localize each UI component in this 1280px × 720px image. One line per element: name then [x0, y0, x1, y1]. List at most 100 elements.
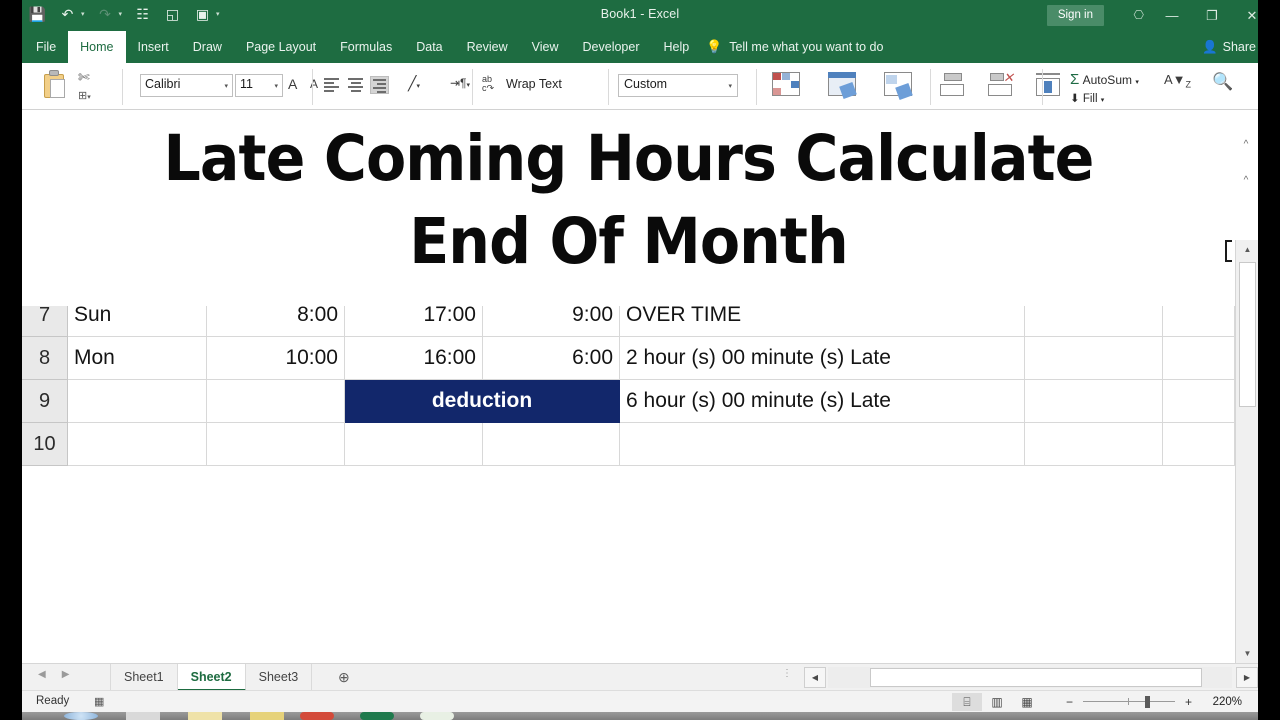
tab-file[interactable]: File — [24, 31, 68, 63]
grid-cell[interactable] — [1025, 337, 1163, 380]
page-layout-view-button[interactable]: ▥ — [982, 693, 1012, 711]
grid-cell-a9[interactable] — [68, 380, 207, 423]
taskbar-icon[interactable] — [64, 712, 98, 720]
taskbar-icon[interactable] — [420, 712, 454, 720]
grid-cell[interactable] — [483, 423, 620, 466]
previous-sheet-icon[interactable]: ◀ — [38, 669, 46, 680]
scroll-right-arrow-icon[interactable]: ▶ — [1236, 667, 1258, 688]
wrap-text-button[interactable]: Wrap Text — [506, 77, 562, 91]
orientation-icon[interactable]: ╱▾ — [408, 75, 420, 92]
vertical-scroll-thumb[interactable] — [1239, 262, 1256, 407]
tab-draw[interactable]: Draw — [181, 31, 234, 63]
resize-handle-icon[interactable]: ⋮ — [782, 669, 792, 679]
grid-cell-deduction[interactable]: deduction — [345, 380, 620, 423]
tab-developer[interactable]: Developer — [571, 31, 652, 63]
horizontal-scroll-thumb[interactable] — [870, 668, 1202, 687]
paste-icon[interactable] — [42, 70, 68, 100]
taskbar-icon[interactable] — [360, 712, 394, 720]
sheet-tab-sheet1[interactable]: Sheet1 — [110, 664, 178, 691]
find-and-select-icon[interactable]: 🔍 — [1212, 72, 1233, 92]
sheet-tab-sheet3[interactable]: Sheet3 — [246, 664, 313, 691]
row-header[interactable]: 9 — [22, 380, 68, 423]
chevron-down-icon[interactable]: ▾ — [224, 82, 228, 90]
page-break-view-button[interactable]: ▦ — [1012, 693, 1042, 711]
split-handle[interactable] — [1225, 240, 1232, 262]
tab-home[interactable]: Home — [68, 31, 126, 63]
row-header[interactable]: 10 — [22, 423, 68, 466]
insert-cells-icon[interactable] — [940, 73, 966, 96]
taskbar-icon[interactable] — [300, 712, 334, 720]
taskbar-icon[interactable] — [188, 712, 222, 720]
delete-cells-icon[interactable]: ✕ — [988, 71, 1014, 96]
grid-cell-d8[interactable]: 6:00 — [483, 337, 620, 380]
sheet-nav-arrows[interactable]: ◀ ▶ — [38, 669, 69, 680]
tab-review[interactable]: Review — [455, 31, 520, 63]
align-right-icon[interactable] — [370, 76, 389, 94]
grid-cell-e8[interactable]: 2 hour (s) 00 minute (s) Late — [620, 337, 1025, 380]
sheet-tab-sheet2[interactable]: Sheet2 — [177, 664, 246, 691]
fill-button[interactable]: ⬇ Fill ▾ — [1070, 91, 1104, 105]
grid-cell[interactable] — [345, 423, 483, 466]
increase-font-size-icon[interactable]: A — [288, 76, 297, 92]
normal-view-button[interactable]: ⌸ — [952, 693, 982, 711]
scroll-down-arrow-icon[interactable]: ▼ — [1236, 644, 1258, 663]
zoom-in-button[interactable]: + — [1183, 695, 1194, 709]
grid-cell[interactable] — [1163, 337, 1235, 380]
format-as-table-icon[interactable] — [828, 72, 857, 100]
align-left-icon[interactable] — [322, 76, 341, 94]
grid-cell[interactable] — [68, 423, 207, 466]
grid-cell-e9[interactable]: 6 hour (s) 00 minute (s) Late — [620, 380, 1025, 423]
zoom-out-button[interactable]: − — [1064, 695, 1075, 709]
scroll-up-arrow-icon[interactable]: ▲ — [1236, 240, 1258, 259]
tab-view[interactable]: View — [520, 31, 571, 63]
restore-button[interactable]: ❐ — [1192, 0, 1232, 31]
grid-cell-c8[interactable]: 16:00 — [345, 337, 483, 380]
font-size-input[interactable]: 11 ▾ — [235, 74, 283, 97]
sort-and-filter-icon[interactable]: A▼Z — [1164, 72, 1191, 90]
zoom-slider[interactable] — [1083, 694, 1175, 710]
grid-cell-b8[interactable]: 10:00 — [207, 337, 345, 380]
add-sheet-icon[interactable]: ⊕ — [338, 669, 350, 686]
chevron-down-icon[interactable]: ▾ — [728, 82, 732, 90]
taskbar-icon[interactable] — [126, 712, 160, 720]
chevron-down-icon[interactable]: ▾ — [274, 82, 278, 90]
grid-cell[interactable] — [620, 423, 1025, 466]
tell-me-search[interactable]: 💡 Tell me what you want to do — [706, 31, 883, 63]
grid-cell[interactable] — [1163, 380, 1235, 423]
horizontal-scroll-track[interactable] — [828, 667, 1232, 688]
ribbon-display-options-icon[interactable]: ⎔ — [1134, 8, 1144, 22]
tab-help[interactable]: Help — [652, 31, 702, 63]
format-cells-icon[interactable] — [1036, 73, 1062, 96]
grid-cell[interactable] — [207, 423, 345, 466]
cut-icon[interactable]: ✄ — [78, 69, 90, 86]
grid-cell[interactable] — [1163, 423, 1235, 466]
cell-styles-icon[interactable] — [884, 72, 913, 101]
taskbar-icon[interactable] — [250, 712, 284, 720]
row-header[interactable]: 8 — [22, 337, 68, 380]
grid-cell[interactable] — [1025, 423, 1163, 466]
minimize-button[interactable]: — — [1152, 0, 1192, 31]
tab-page-layout[interactable]: Page Layout — [234, 31, 328, 63]
grid-cell-b9[interactable] — [207, 380, 345, 423]
conditional-formatting-icon[interactable] — [772, 72, 800, 96]
tab-data[interactable]: Data — [404, 31, 454, 63]
autosum-button[interactable]: Σ AutoSum ▾ — [1070, 71, 1139, 88]
copy-icon[interactable]: ⊞▾ — [78, 89, 91, 102]
align-center-icon[interactable] — [346, 76, 365, 94]
grid-cell[interactable] — [1025, 380, 1163, 423]
accessibility-icon[interactable]: ▦ — [94, 695, 104, 708]
next-sheet-icon[interactable]: ▶ — [62, 669, 70, 680]
horizontal-scrollbar[interactable]: ⋮ ◀ ▶ — [782, 667, 1258, 688]
font-name-input[interactable]: Calibri ▾ — [140, 74, 233, 97]
vertical-scrollbar[interactable]: ▲ ▼ — [1235, 240, 1258, 663]
grid-cell-a8[interactable]: Mon — [68, 337, 207, 380]
tab-formulas[interactable]: Formulas — [328, 31, 404, 63]
scroll-up-chevron-icon[interactable]: ^ — [1236, 136, 1256, 153]
number-format-select[interactable]: Custom ▾ — [618, 74, 738, 97]
scroll-up-chevron-icon[interactable]: ^ — [1236, 172, 1256, 189]
sign-in-button[interactable]: Sign in — [1046, 5, 1104, 26]
scroll-left-arrow-icon[interactable]: ◀ — [804, 667, 826, 688]
zoom-level-label[interactable]: 220% — [1202, 696, 1242, 708]
share-button[interactable]: 👤 Share — [1202, 31, 1256, 63]
tab-insert[interactable]: Insert — [126, 31, 181, 63]
